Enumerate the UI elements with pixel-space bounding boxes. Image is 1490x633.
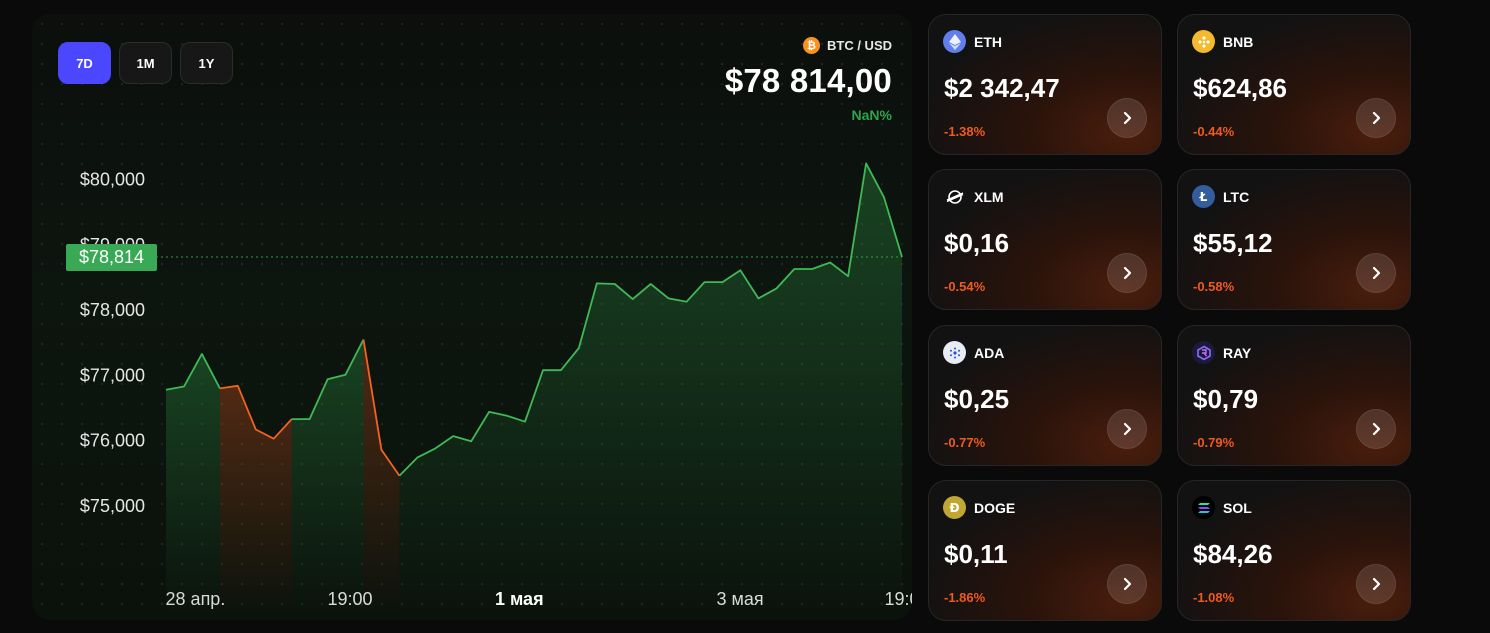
- litecoin-icon: Ł: [1192, 185, 1215, 208]
- tab-1m[interactable]: 1M: [119, 42, 172, 84]
- coin-tile-doge[interactable]: Ð DOGE $0,11 -1.86%: [928, 480, 1162, 621]
- coin-change: -0.58%: [1193, 279, 1235, 294]
- y-tick-label: $76,000: [80, 431, 145, 451]
- coin-tile-ray[interactable]: RAY $0,79 -0.79%: [1177, 325, 1411, 466]
- coin-tile-xlm[interactable]: XLM $0,16 -0.54%: [928, 169, 1162, 310]
- coin-change: -0.79%: [1193, 435, 1235, 450]
- coin-price: $84,26: [1193, 539, 1273, 569]
- coin-symbol: SOL: [1223, 499, 1252, 516]
- coin-tile-bnb[interactable]: BNB $624,86 -0.44%: [1177, 14, 1411, 155]
- chevron-right-icon[interactable]: [1356, 253, 1396, 293]
- y-tick-label: $75,000: [80, 496, 145, 516]
- chevron-right-icon[interactable]: [1356, 98, 1396, 138]
- chart-panel: $80,000$79,000$78,000$77,000$76,000$75,0…: [32, 14, 912, 620]
- coin-price: $55,12: [1193, 228, 1273, 258]
- coin-change: -1.08%: [1193, 590, 1235, 605]
- tab-1y[interactable]: 1Y: [180, 42, 233, 84]
- coin-symbol: XLM: [974, 188, 1004, 205]
- coin-symbol: ETH: [974, 33, 1002, 50]
- chevron-right-icon[interactable]: [1356, 564, 1396, 604]
- coin-symbol: LTC: [1223, 188, 1250, 205]
- stellar-icon: [943, 185, 966, 208]
- coin-tile-sol[interactable]: SOL $84,26 -1.08%: [1177, 480, 1411, 621]
- y-tick-label: $78,000: [80, 300, 145, 320]
- coin-symbol: BNB: [1223, 33, 1254, 50]
- area-fill: [399, 163, 902, 614]
- ethereum-icon: [943, 30, 966, 53]
- coin-change: -1.86%: [944, 590, 986, 605]
- coin-price: $0,11: [944, 539, 1008, 569]
- coin-symbol: RAY: [1223, 344, 1252, 361]
- coin-price: $0,16: [944, 228, 1010, 258]
- raydium-icon: [1192, 341, 1215, 364]
- coin-change: -0.44%: [1193, 124, 1235, 139]
- cardano-icon: [943, 341, 966, 364]
- coin-price: $2 342,47: [944, 73, 1060, 103]
- current-price-label: $78,814: [79, 247, 144, 267]
- coin-tile-ada[interactable]: ADA $0,25 -0.77%: [928, 325, 1162, 466]
- coin-price: $0,25: [944, 384, 1010, 414]
- chevron-right-icon[interactable]: [1107, 409, 1147, 449]
- chevron-right-icon[interactable]: [1107, 564, 1147, 604]
- pair-name: BTC / USD: [827, 38, 892, 53]
- dogecoin-icon: Ð: [943, 496, 966, 519]
- area-fill: [219, 385, 292, 614]
- coin-change: -0.77%: [944, 435, 986, 450]
- bitcoin-icon: ₿: [803, 37, 820, 54]
- coin-price: $0,79: [1193, 384, 1259, 414]
- price-change: NaN%: [851, 107, 892, 123]
- area-fill: [166, 353, 220, 614]
- coin-symbol: DOGE: [974, 499, 1016, 516]
- pair-label: ₿ BTC / USD: [803, 37, 892, 54]
- coin-price: $624,86: [1193, 73, 1287, 103]
- coin-tile-ltc[interactable]: Ł LTC $55,12 -0.58%: [1177, 169, 1411, 310]
- bnb-icon: [1192, 30, 1215, 53]
- y-tick-label: $80,000: [80, 170, 145, 190]
- chevron-right-icon[interactable]: [1356, 409, 1396, 449]
- current-price: $78 814,00: [724, 62, 892, 99]
- coin-tile-eth[interactable]: ETH $2 342,47 -1.38%: [928, 14, 1162, 155]
- y-tick-label: $77,000: [80, 365, 145, 385]
- solana-icon: [1192, 496, 1215, 519]
- tab-7d[interactable]: 7D: [58, 42, 111, 84]
- price-chart: $80,000$79,000$78,000$77,000$76,000$75,0…: [66, 162, 912, 614]
- area-fill: [363, 339, 400, 614]
- coin-symbol: ADA: [974, 344, 1005, 361]
- chevron-right-icon[interactable]: [1107, 98, 1147, 138]
- range-tabs: 7D 1M 1Y: [58, 42, 233, 84]
- coin-change: -1.38%: [944, 124, 986, 139]
- coin-change: -0.54%: [944, 279, 986, 294]
- chevron-right-icon[interactable]: [1107, 253, 1147, 293]
